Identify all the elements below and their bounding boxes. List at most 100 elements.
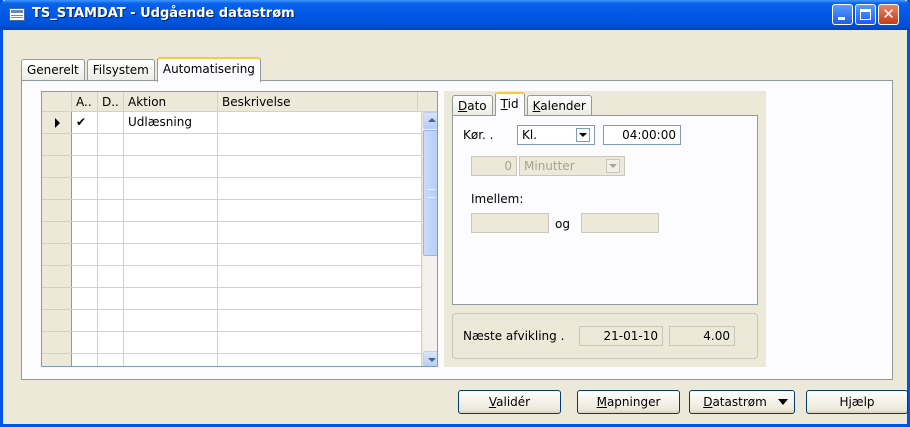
datastrom-button[interactable]: Datastrøm [689,390,795,414]
table-row[interactable] [42,288,422,310]
hjaelp-button[interactable]: Hjælp [806,390,908,414]
row-selector[interactable] [42,200,72,221]
column-header-a[interactable]: A.. [72,92,98,112]
disabled-cell[interactable] [98,222,124,243]
beskrivelse-cell[interactable] [218,156,422,177]
scroll-up-icon[interactable] [423,112,437,129]
disabled-cell[interactable] [98,134,124,155]
active-checkbox[interactable] [72,354,98,366]
title-bar[interactable]: TS_STAMDAT - Udgående datastrøm ✕ [0,0,910,30]
active-checkbox[interactable] [72,178,98,199]
aktion-cell[interactable] [124,332,218,353]
table-row[interactable] [42,332,422,354]
disabled-cell[interactable] [98,178,124,199]
beskrivelse-cell[interactable] [218,266,422,287]
row-selector[interactable] [42,244,72,265]
aktion-cell[interactable] [124,178,218,199]
maximize-button[interactable] [855,4,876,25]
beskrivelse-cell[interactable] [218,310,422,331]
disabled-cell[interactable] [98,156,124,177]
active-checkbox[interactable] [72,310,98,331]
tab-automatisering[interactable]: Automatisering [156,57,261,82]
beskrivelse-cell[interactable] [218,288,422,309]
aktion-cell[interactable] [124,288,218,309]
table-row[interactable] [42,310,422,332]
tab-filsystem[interactable]: Filsystem [86,59,155,81]
beskrivelse-cell[interactable] [218,112,422,133]
row-selector[interactable] [42,222,72,243]
aktion-cell[interactable] [124,310,218,331]
table-row[interactable] [42,354,422,366]
imellem-from-field[interactable] [471,213,549,233]
table-row[interactable]: ✔ Udlæsning [42,112,422,134]
valider-button[interactable]: Validér [458,390,561,414]
active-checkbox[interactable] [72,288,98,309]
table-row[interactable] [42,200,422,222]
chevron-down-icon[interactable] [576,128,590,142]
beskrivelse-cell[interactable] [218,244,422,265]
row-selector[interactable] [42,288,72,309]
grid-scrollbar[interactable] [422,112,437,366]
row-selector[interactable] [42,112,72,133]
row-selector[interactable] [42,354,72,366]
disabled-cell[interactable] [98,310,124,331]
kor-mode-select[interactable]: Kl. [517,125,595,145]
tab-kalender[interactable]: Kalender [526,95,592,115]
row-selector[interactable] [42,266,72,287]
interval-value-field[interactable]: 0 [471,156,517,176]
row-selector[interactable] [42,332,72,353]
beskrivelse-cell[interactable] [218,222,422,243]
active-checkbox[interactable] [72,156,98,177]
interval-unit-select[interactable]: Minutter [519,156,625,176]
scroll-down-icon[interactable] [423,351,437,366]
active-checkbox[interactable] [72,222,98,243]
aktion-cell[interactable] [124,222,218,243]
beskrivelse-cell[interactable] [218,354,422,366]
aktion-cell[interactable] [124,200,218,221]
chevron-down-icon[interactable] [606,159,620,173]
disabled-cell[interactable] [98,354,124,366]
aktion-cell[interactable] [124,266,218,287]
imellem-to-field[interactable] [581,213,659,233]
kor-time-field[interactable]: 04:00:00 [603,125,681,145]
row-selector[interactable] [42,156,72,177]
table-row[interactable] [42,156,422,178]
table-row[interactable] [42,178,422,200]
tab-tid[interactable]: Tid [494,92,525,116]
tab-dato[interactable]: Dato [452,95,493,115]
beskrivelse-cell[interactable] [218,200,422,221]
table-row[interactable] [42,244,422,266]
active-checkbox[interactable] [72,200,98,221]
table-row[interactable] [42,222,422,244]
aktion-cell[interactable]: Udlæsning [124,112,218,133]
beskrivelse-cell[interactable] [218,178,422,199]
table-row[interactable] [42,134,422,156]
tab-generelt[interactable]: Generelt [21,59,85,81]
row-selector[interactable] [42,178,72,199]
minimize-button[interactable] [832,4,853,25]
column-header-d[interactable]: D.. [98,92,124,112]
column-header-aktion[interactable]: Aktion [124,92,218,112]
disabled-cell[interactable] [98,200,124,221]
active-checkbox[interactable] [72,244,98,265]
beskrivelse-cell[interactable] [218,134,422,155]
mapninger-button[interactable]: Mapninger [577,390,680,414]
row-selector[interactable] [42,134,72,155]
disabled-cell[interactable] [98,266,124,287]
disabled-cell[interactable] [98,112,124,133]
disabled-cell[interactable] [98,288,124,309]
active-checkbox[interactable] [72,332,98,353]
aktion-cell[interactable] [124,156,218,177]
beskrivelse-cell[interactable] [218,332,422,353]
disabled-cell[interactable] [98,244,124,265]
active-checkbox[interactable] [72,134,98,155]
disabled-cell[interactable] [98,332,124,353]
aktion-cell[interactable] [124,354,218,366]
row-selector[interactable] [42,310,72,331]
aktion-cell[interactable] [124,244,218,265]
close-button[interactable]: ✕ [878,4,899,25]
column-header-beskrivelse[interactable]: Beskrivelse [218,92,418,112]
active-checkbox[interactable] [72,266,98,287]
active-checkbox[interactable]: ✔ [72,112,98,133]
scroll-thumb[interactable] [423,130,437,256]
